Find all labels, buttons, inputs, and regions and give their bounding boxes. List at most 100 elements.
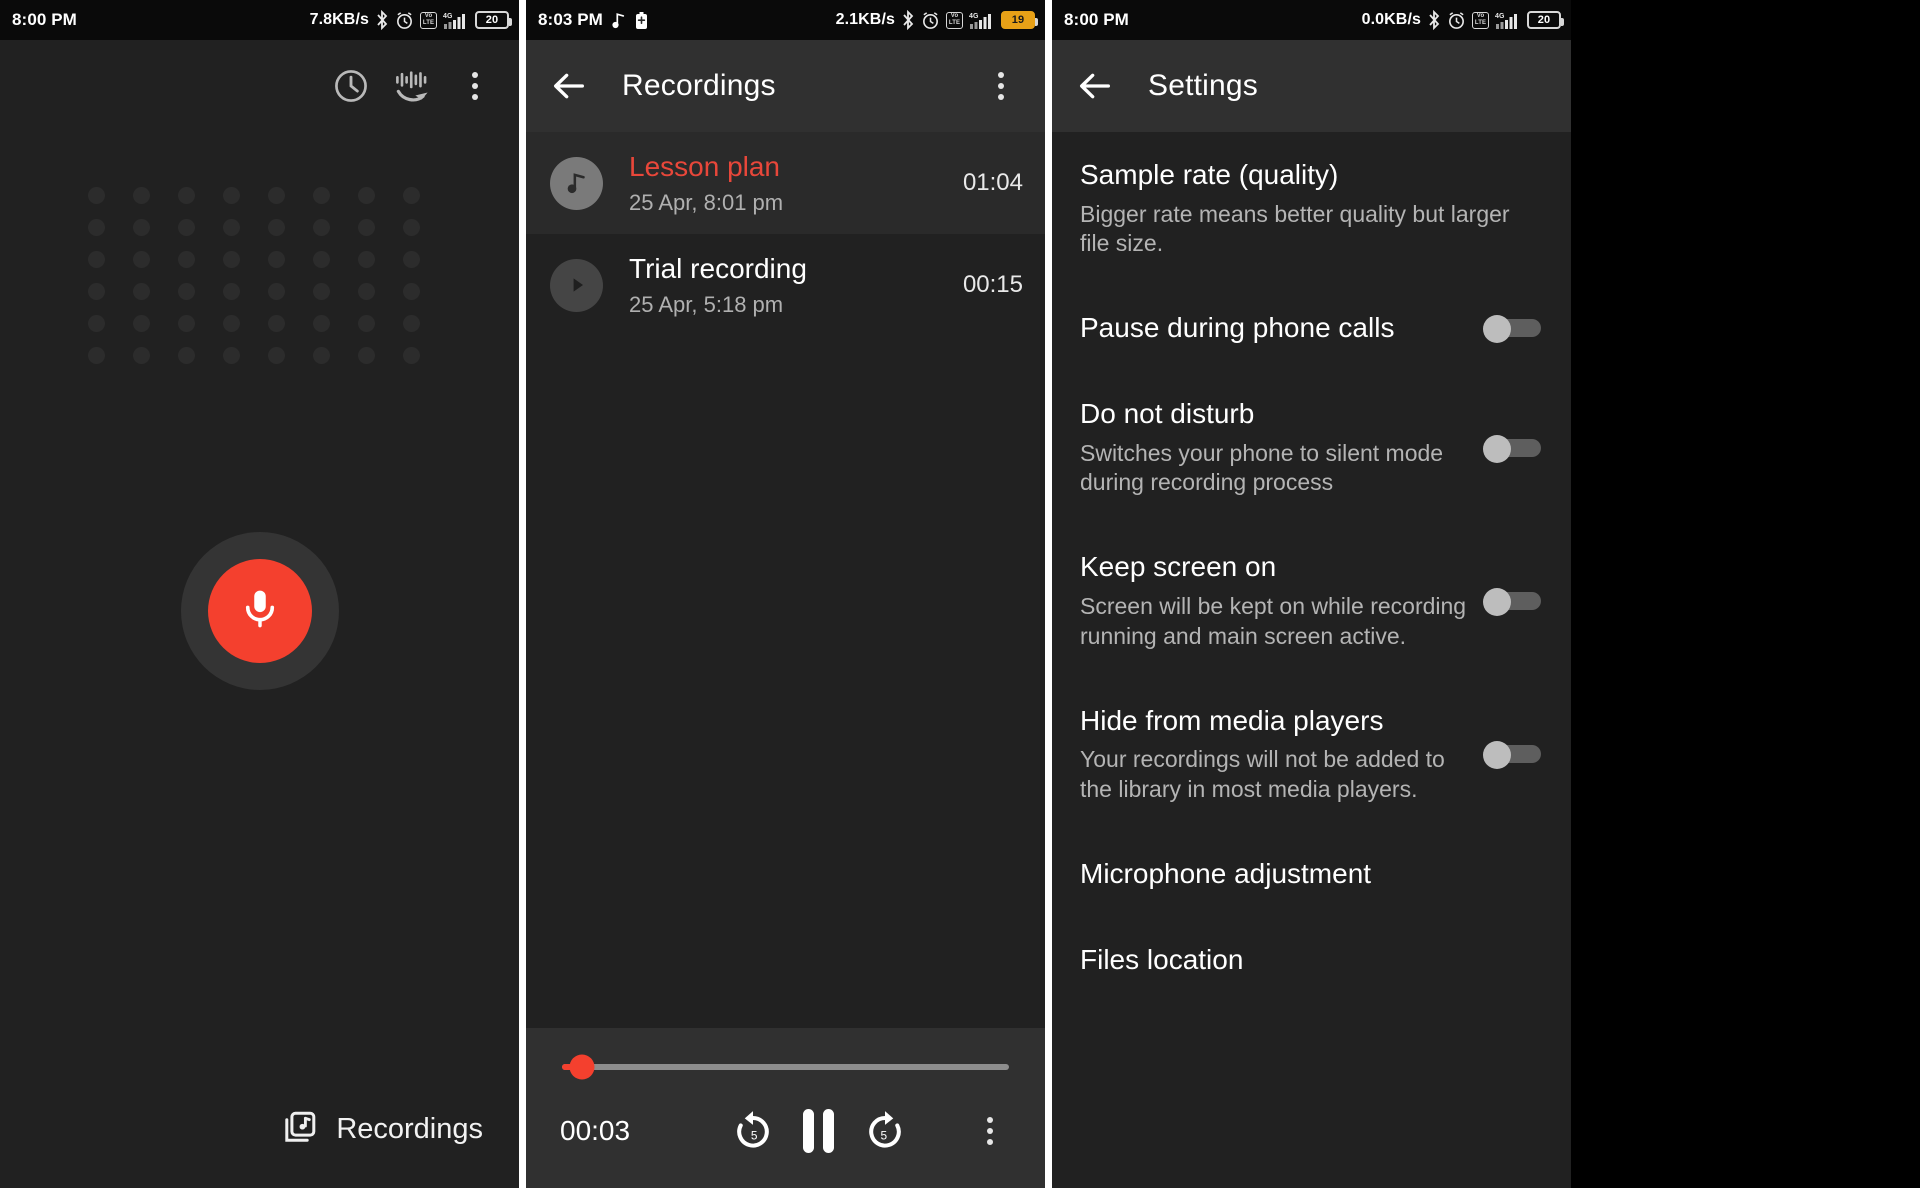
page-title: Settings <box>1148 69 1258 102</box>
bluetooth-icon <box>375 10 389 30</box>
music-note-icon <box>612 11 625 30</box>
page-title: Recordings <box>622 69 776 102</box>
back-button[interactable] <box>542 59 596 113</box>
setting-row-sample-rate[interactable]: Sample rate (quality) Bigger rate means … <box>1052 132 1571 285</box>
import-audio-icon[interactable] <box>385 58 441 114</box>
recording-duration: 01:04 <box>962 169 1023 197</box>
setting-title: Hide from media players <box>1080 704 1384 736</box>
bluetooth-icon <box>901 10 915 30</box>
setting-row-hide-from-media-players[interactable]: Hide from media players Your recordings … <box>1052 678 1571 831</box>
forward-5-button[interactable]: 5 <box>852 1098 918 1164</box>
setting-row-files-location[interactable]: Files location <box>1052 917 1571 1003</box>
toggle-do-not-disturb[interactable] <box>1483 434 1541 463</box>
setting-row-pause-during-calls[interactable]: Pause during phone calls <box>1052 285 1571 371</box>
audio-player-bar: 00:03 5 5 <box>526 1028 1045 1188</box>
recorder-toolbar <box>0 40 519 132</box>
toggle-hide-from-media-players[interactable] <box>1483 741 1541 770</box>
panel-divider-2 <box>1045 0 1052 1188</box>
record-button-inner <box>207 559 312 663</box>
setting-text: Files location <box>1080 943 1541 977</box>
setting-description: Screen will be kept on while recording r… <box>1080 592 1467 649</box>
recording-name: Trial recording <box>629 253 807 285</box>
table-row[interactable]: Trial recording 25 Apr, 5:18 pm 00:15 <box>526 234 1045 336</box>
battery-saver-icon <box>634 11 649 30</box>
setting-title: Do not disturb <box>1080 397 1255 429</box>
battery-icon: 19 <box>1001 11 1038 29</box>
history-icon[interactable] <box>323 58 379 114</box>
panel-recordings: 8:03 PM 2.1KB/s Vo LTE 4G 19 Recordings … <box>526 0 1045 1188</box>
seek-track <box>562 1054 1009 1080</box>
pause-button[interactable] <box>786 1098 852 1164</box>
setting-text: Pause during phone calls <box>1080 311 1483 345</box>
three-dots <box>472 72 478 100</box>
status-time: 8:03 PM <box>538 10 603 29</box>
panel-recorder: 8:00 PM 7.8KB/s Vo LTE 4G 20 Recordings <box>0 0 519 1188</box>
toggle-keep-screen-on[interactable] <box>1483 588 1541 617</box>
seek-thumb[interactable] <box>569 1054 595 1080</box>
status-bar-recorder: 8:00 PM 7.8KB/s Vo LTE 4G 20 <box>0 0 519 40</box>
recordings-link-label: Recordings <box>336 1113 483 1145</box>
setting-row-microphone-adjustment[interactable]: Microphone adjustment <box>1052 831 1571 917</box>
player-controls: 00:03 5 5 <box>526 1084 1045 1188</box>
toggle-pause-during-calls[interactable] <box>1483 315 1541 344</box>
status-bar-recordings: 8:03 PM 2.1KB/s Vo LTE 4G 19 <box>526 0 1045 40</box>
seek-bar[interactable] <box>526 1050 1045 1084</box>
battery-icon: 20 <box>475 11 512 29</box>
recordings-link[interactable]: Recordings <box>282 1109 483 1150</box>
status-network-speed: 0.0KB/s <box>1361 11 1421 28</box>
rewind-5-button[interactable]: 5 <box>720 1098 786 1164</box>
table-row[interactable]: Lesson plan 25 Apr, 8:01 pm 01:04 <box>526 132 1045 235</box>
status-time: 8:00 PM <box>12 10 77 29</box>
setting-row-do-not-disturb[interactable]: Do not disturb Switches your phone to si… <box>1052 371 1571 524</box>
setting-title: Sample rate (quality) <box>1080 159 1339 190</box>
overflow-menu-icon[interactable] <box>447 58 503 114</box>
back-button[interactable] <box>1068 59 1122 113</box>
three-dots <box>998 72 1004 100</box>
status-network-speed: 7.8KB/s <box>309 11 369 28</box>
record-button[interactable] <box>180 532 339 690</box>
alarm-icon <box>1447 11 1466 30</box>
volte-icon: Vo LTE <box>420 11 437 29</box>
recording-name: Lesson plan <box>629 151 781 182</box>
player-overflow-menu-icon[interactable] <box>957 1098 1023 1164</box>
toggle-knob <box>1483 741 1511 770</box>
svg-text:4G: 4G <box>969 13 979 20</box>
setting-text: Sample rate (quality) Bigger rate means … <box>1080 158 1541 259</box>
row-text: Trial recording 25 Apr, 5:18 pm <box>629 252 951 318</box>
setting-row-keep-screen-on[interactable]: Keep screen on Screen will be kept on wh… <box>1052 524 1571 677</box>
recordings-app-bar: Recordings <box>526 40 1045 132</box>
panel-divider-1 <box>519 0 526 1188</box>
setting-title: Microphone adjustment <box>1080 858 1372 890</box>
setting-text: Microphone adjustment <box>1080 857 1541 891</box>
svg-text:4G: 4G <box>1495 13 1505 20</box>
bluetooth-icon <box>1427 10 1441 30</box>
alarm-icon <box>395 11 414 30</box>
recording-duration: 00:15 <box>962 271 1023 299</box>
setting-title: Files location <box>1080 943 1244 975</box>
microphone-icon <box>237 586 283 637</box>
play-icon <box>550 258 603 312</box>
svg-text:5: 5 <box>880 1128 887 1142</box>
toggle-knob <box>1483 315 1511 344</box>
player-current-time: 00:03 <box>560 1115 631 1146</box>
setting-title: Keep screen on <box>1080 551 1277 583</box>
recording-date: 25 Apr, 5:18 pm <box>629 292 784 318</box>
signal-icon: 4G <box>1495 11 1521 30</box>
row-text: Lesson plan 25 Apr, 8:01 pm <box>629 150 951 216</box>
pause-icon <box>803 1109 834 1153</box>
now-playing-music-icon <box>550 156 603 210</box>
recording-date: 25 Apr, 8:01 pm <box>629 190 784 216</box>
three-dots <box>987 1117 993 1145</box>
toggle-knob <box>1483 434 1511 463</box>
toggle-knob <box>1483 588 1511 617</box>
battery-icon: 20 <box>1527 11 1564 29</box>
settings-app-bar: Settings <box>1052 40 1571 132</box>
panel-settings: 8:00 PM 0.0KB/s Vo LTE 4G 20 Settings Sa… <box>1052 0 1571 1188</box>
setting-description: Bigger rate means better quality but lar… <box>1080 200 1510 257</box>
svg-text:5: 5 <box>750 1128 757 1142</box>
overflow-menu-icon[interactable] <box>973 58 1029 114</box>
setting-text: Hide from media players Your recordings … <box>1080 704 1483 805</box>
settings-list: Sample rate (quality) Bigger rate means … <box>1052 132 1571 1002</box>
signal-icon: 4G <box>443 11 469 30</box>
status-network-speed: 2.1KB/s <box>835 11 895 28</box>
